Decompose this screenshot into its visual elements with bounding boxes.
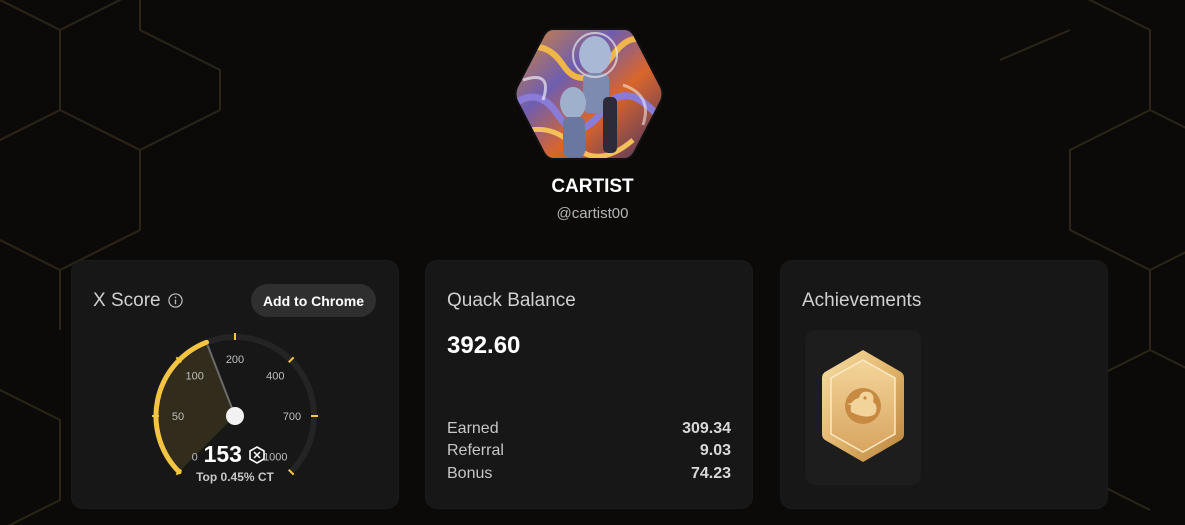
gauge-tick-label: 50 (172, 411, 184, 423)
bonus-value: 74.23 (690, 465, 731, 482)
earned-value: 309.34 (682, 420, 731, 437)
bonus-label: Bonus (447, 465, 493, 482)
earned-row: Earned 309.34 (447, 420, 731, 442)
gauge-tick-label: 700 (283, 411, 301, 423)
profile-name: CARTIST (551, 176, 634, 197)
quack-balance-value: 392.60 (447, 332, 521, 359)
gauge-tick-label: 100 (186, 371, 204, 383)
gauge-hub (226, 407, 244, 425)
gauge-tick-label: 200 (226, 354, 244, 366)
bonus-row: Bonus 74.23 (447, 465, 731, 487)
referral-label: Referral (447, 442, 504, 459)
avatar[interactable] (513, 25, 665, 163)
profile-header: CARTIST @cartist00 (0, 0, 1185, 240)
score-display: 153 (71, 441, 399, 468)
quack-balance-card: Quack Balance 392.60 Earned 309.34 Refer… (425, 260, 753, 509)
achievements-title: Achievements (802, 290, 922, 311)
achievements-card: Achievements (780, 260, 1108, 509)
duck-badge-icon (822, 350, 904, 462)
earned-label: Earned (447, 420, 499, 437)
ct-badge-icon (249, 445, 266, 464)
achievement-tile[interactable] (805, 330, 921, 485)
quack-balance-title: Quack Balance (447, 290, 576, 311)
score-value: 153 (203, 441, 242, 467)
referral-value: 9.03 (699, 442, 731, 459)
gauge-tick-label: 400 (266, 371, 284, 383)
x-score-card: X Score Add to Chrome 0 50 100 200 400 700 100… (71, 260, 399, 509)
profile-handle: @cartist00 (556, 205, 629, 222)
score-rank: Top 0.45% CT (196, 470, 274, 484)
referral-row: Referral 9.03 (447, 442, 731, 464)
